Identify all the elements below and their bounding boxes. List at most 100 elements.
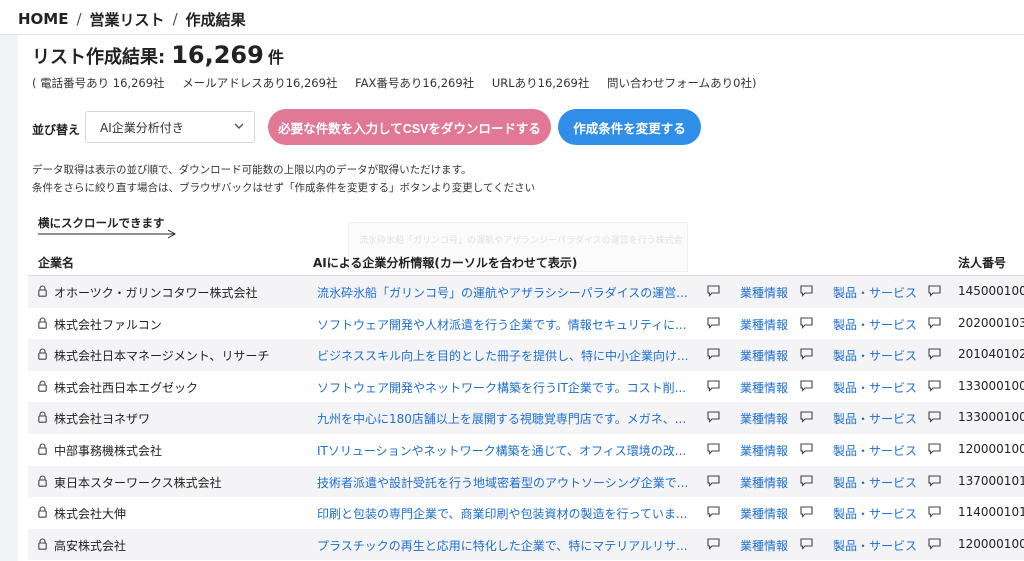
industry-info-link[interactable]: 業種情報: [740, 410, 788, 427]
table-row: 中部事務機株式会社 ITソリューションやネットワーク構築を通じて、オフィス環境の改…: [28, 434, 1024, 466]
comment-icon[interactable]: [800, 348, 813, 361]
corp-number: 202000103371: [958, 315, 1024, 330]
table-row: 株式会社ファルコン ソフトウェア開発や人材派遣を行う企業です。情報セキュリティに.…: [28, 308, 1024, 340]
lock-icon: [38, 538, 47, 550]
comment-icon[interactable]: [707, 538, 720, 550]
company-name[interactable]: 高安株式会社: [54, 537, 126, 554]
company-name[interactable]: 株式会社ファルコン: [54, 316, 162, 333]
comment-icon[interactable]: [928, 443, 941, 455]
ai-analysis-link[interactable]: 流氷砕氷船「ガリンコ号」の運航やアザラシシーパラダイスの運営...: [317, 284, 689, 301]
comment-icon[interactable]: [707, 475, 720, 487]
lock-icon: [38, 475, 47, 487]
change-conditions-button[interactable]: 作成条件を変更する: [558, 109, 701, 145]
table-row: 東日本スターワークス株式会社 技術者派遣や設計受託を行う地域密着型のアウトソーシン…: [28, 465, 1024, 498]
industry-info-link[interactable]: 業種情報: [740, 379, 788, 396]
comment-icon[interactable]: [800, 411, 813, 424]
comment-icon[interactable]: [928, 538, 941, 550]
company-name[interactable]: 中部事務機株式会社: [54, 442, 162, 459]
product-service-link[interactable]: 製品・サービス: [833, 442, 917, 459]
company-name[interactable]: 株式会社日本マネージメント、リサーチ: [54, 347, 270, 364]
company-name[interactable]: 株式会社ヨネザワ: [54, 410, 150, 427]
table-row: オホーツク・ガリンコタワー株式会社 流氷砕氷船「ガリンコ号」の運航やアザラシシーパ…: [28, 276, 1024, 308]
ai-analysis-link[interactable]: プラスチックの再生と応用に特化した企業で、特にマテリアルリサ...: [317, 537, 689, 554]
industry-info-link[interactable]: 業種情報: [740, 347, 788, 364]
comment-icon[interactable]: [707, 317, 720, 329]
industry-info-link[interactable]: 業種情報: [740, 474, 788, 491]
comment-icon[interactable]: [800, 380, 813, 392]
comment-icon[interactable]: [707, 285, 720, 297]
comment-icon[interactable]: [800, 443, 813, 455]
sort-select[interactable]: AI企業分析付き: [85, 111, 255, 143]
result-unit: 件: [267, 48, 284, 67]
sort-select-value: AI企業分析付き: [100, 120, 184, 135]
comment-icon[interactable]: [800, 285, 813, 297]
ai-analysis-link[interactable]: ITソリューションやネットワーク構築を通じて、オフィス環境の改...: [317, 442, 689, 459]
company-name[interactable]: 株式会社西日本エグゼック: [54, 379, 198, 396]
corp-number: 120000100721: [958, 536, 1024, 551]
breadcrumb-sales-list[interactable]: 営業リスト: [90, 9, 165, 30]
comment-icon[interactable]: [928, 506, 941, 518]
product-service-link[interactable]: 製品・サービス: [833, 379, 917, 396]
company-name[interactable]: 株式会社大伸: [54, 505, 126, 522]
comment-icon[interactable]: [928, 475, 941, 487]
product-service-link[interactable]: 製品・サービス: [833, 410, 917, 427]
csv-download-button[interactable]: 必要な件数を入力してCSVをダウンロードする: [268, 109, 551, 145]
email-count: メールアドレスあり16,269社: [182, 76, 338, 90]
industry-info-link[interactable]: 業種情報: [740, 537, 788, 554]
industry-info-link[interactable]: 業種情報: [740, 442, 788, 459]
company-name[interactable]: 東日本スターワークス株式会社: [54, 474, 222, 491]
ai-analysis-link[interactable]: ソフトウェア開発やネットワーク構築を行うIT企業です。コスト削...: [317, 379, 689, 396]
arrow-right-icon: [38, 229, 177, 239]
comment-icon[interactable]: [800, 317, 813, 329]
comment-icon[interactable]: [800, 475, 813, 487]
breadcrumb-separator: /: [172, 10, 178, 28]
table-row: 高安株式会社 プラスチックの再生と応用に特化した企業で、特にマテリアルリサ... 業…: [28, 528, 1024, 561]
lock-icon: [38, 506, 47, 518]
industry-info-link[interactable]: 業種情報: [740, 284, 788, 301]
product-service-link[interactable]: 製品・サービス: [833, 537, 917, 554]
product-service-link[interactable]: 製品・サービス: [833, 347, 917, 364]
url-count: URLあり16,269社: [491, 76, 590, 90]
ai-analysis-link[interactable]: ソフトウェア開発や人材派遣を行う企業です。情報セキュリティに...: [317, 316, 689, 333]
product-service-link[interactable]: 製品・サービス: [833, 505, 917, 522]
industry-info-link[interactable]: 業種情報: [740, 505, 788, 522]
product-service-link[interactable]: 製品・サービス: [833, 474, 917, 491]
ai-analysis-link[interactable]: 技術者派遣や設計受託を行う地域密着型のアウトソーシング企業で...: [317, 474, 689, 491]
result-title-label: リスト作成結果:: [32, 47, 166, 68]
fax-count: FAX番号あり16,269社: [355, 76, 475, 90]
comment-icon[interactable]: [928, 285, 941, 297]
table-header: 企業名 AIによる企業分析情報(カーソルを合わせて表示) 法人番号: [28, 245, 1024, 276]
lock-icon: [38, 285, 47, 297]
comment-icon[interactable]: [707, 348, 720, 361]
corp-number: 145000100922: [958, 284, 1024, 298]
ai-analysis-link[interactable]: 九州を中心に180店舗以上を展開する視聴覚専門店です。メガネ、...: [317, 410, 689, 427]
chevron-down-icon: [234, 123, 244, 129]
comment-icon[interactable]: [707, 506, 720, 518]
industry-info-link[interactable]: 業種情報: [740, 316, 788, 333]
comment-icon[interactable]: [800, 538, 813, 550]
comment-icon[interactable]: [928, 348, 941, 361]
company-name[interactable]: オホーツク・ガリンコタワー株式会社: [54, 284, 258, 301]
comment-icon[interactable]: [707, 380, 720, 392]
product-service-link[interactable]: 製品・サービス: [833, 284, 917, 301]
breadcrumb-home[interactable]: HOME: [18, 10, 68, 28]
main-content: リスト作成結果: 16,269 件 ( 電話番号あり 16,269社 メールアド…: [18, 35, 1024, 561]
comment-icon[interactable]: [928, 411, 941, 424]
comment-icon[interactable]: [707, 443, 720, 455]
comment-icon[interactable]: [800, 506, 813, 518]
comment-icon[interactable]: [928, 380, 941, 392]
corp-number: 114000101341: [958, 505, 1024, 520]
comment-icon[interactable]: [707, 411, 720, 424]
corp-number: 133000100361: [958, 378, 1024, 393]
table-row: 株式会社大伸 印刷と包装の専門企業で、商業印刷や包装資材の製造を行っていま... 業…: [28, 497, 1024, 529]
lock-icon: [38, 411, 47, 424]
ai-analysis-link[interactable]: ビジネススキル向上を目的とした冊子を提供し、特に中小企業向け...: [317, 347, 689, 364]
ai-analysis-link[interactable]: 印刷と包装の専門企業で、商業印刷や包装資材の製造を行っていま...: [317, 505, 689, 522]
table-body: オホーツク・ガリンコタワー株式会社 流氷砕氷船「ガリンコ号」の運航やアザラシシーパ…: [28, 276, 1024, 561]
corp-number: 133000100481: [958, 410, 1024, 425]
comment-icon[interactable]: [928, 317, 941, 329]
product-service-link[interactable]: 製品・サービス: [833, 316, 917, 333]
breadcrumb-separator: /: [76, 10, 82, 28]
page-title: リスト作成結果: 16,269 件: [32, 41, 284, 69]
lock-icon: [38, 443, 47, 455]
